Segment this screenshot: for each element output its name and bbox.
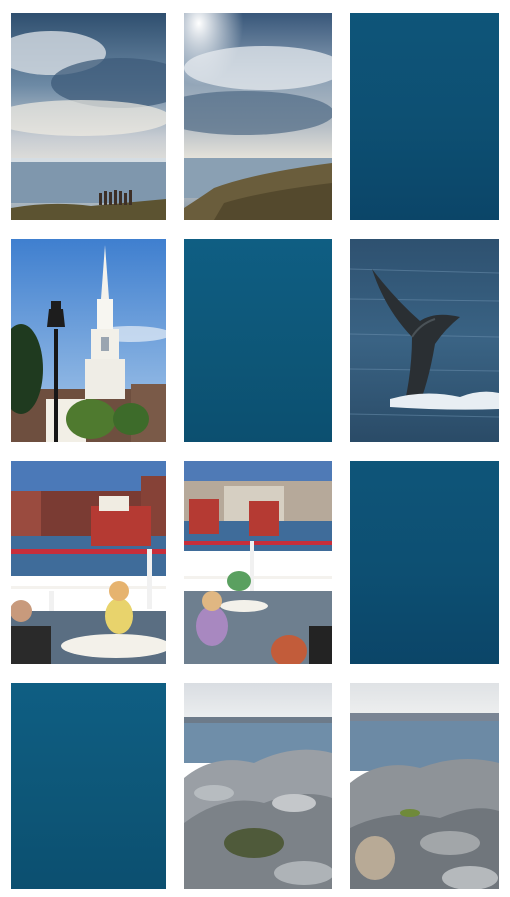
navy-color-block	[350, 13, 499, 220]
harbor-dining-photo-left	[11, 461, 166, 664]
coastal-sky-photo-right	[184, 13, 332, 220]
rocky-shore-photo-left	[184, 683, 332, 889]
teal-color-block	[11, 683, 166, 889]
navy-color-block	[350, 461, 499, 664]
church-steeple-photo	[11, 239, 166, 442]
whale-tail-photo	[350, 239, 499, 442]
teal-color-block	[184, 239, 332, 442]
coastal-sky-photo-left	[11, 13, 166, 220]
harbor-dining-photo-right	[184, 461, 332, 664]
rocky-shore-photo-right	[350, 683, 499, 889]
